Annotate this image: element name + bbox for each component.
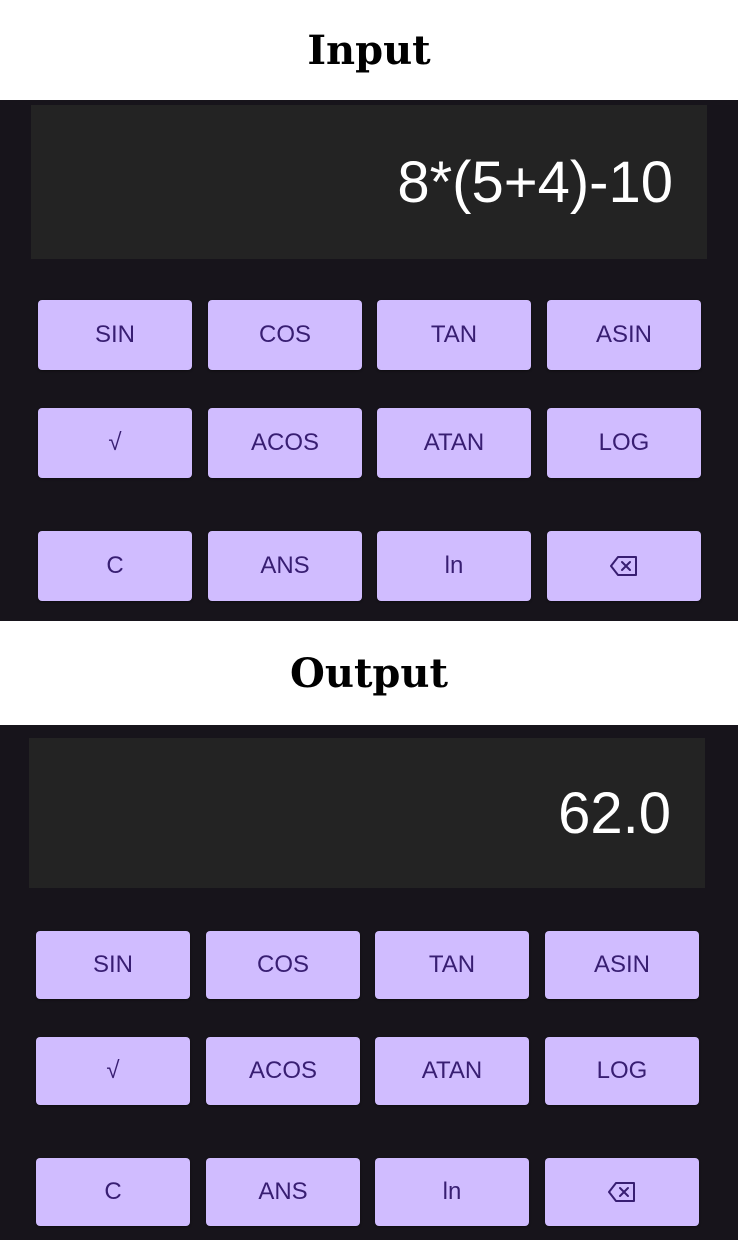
ans-button[interactable]: ANS bbox=[208, 531, 362, 601]
output-caption: Output bbox=[290, 649, 448, 697]
sqrt-button[interactable]: √ bbox=[38, 408, 192, 478]
sin-button[interactable]: SIN bbox=[38, 300, 192, 370]
expression-display: 8*(5+4)-10 bbox=[31, 105, 707, 259]
backspace-icon bbox=[608, 1182, 635, 1202]
backspace-button[interactable] bbox=[545, 1158, 699, 1226]
clear-button[interactable]: C bbox=[38, 531, 192, 601]
backspace-button[interactable] bbox=[547, 531, 701, 601]
acos-button[interactable]: ACOS bbox=[208, 408, 362, 478]
log-button[interactable]: LOG bbox=[545, 1037, 699, 1105]
sqrt-button[interactable]: √ bbox=[36, 1037, 190, 1105]
calculator-input-screen: 8*(5+4)-10 SIN COS TAN ASIN √ ACOS ATAN … bbox=[0, 100, 738, 621]
backspace-icon bbox=[610, 556, 637, 576]
atan-button[interactable]: ATAN bbox=[377, 408, 531, 478]
sin-button[interactable]: SIN bbox=[36, 931, 190, 999]
acos-button[interactable]: ACOS bbox=[206, 1037, 360, 1105]
asin-button[interactable]: ASIN bbox=[547, 300, 701, 370]
atan-button[interactable]: ATAN bbox=[375, 1037, 529, 1105]
ln-button[interactable]: ln bbox=[375, 1158, 529, 1226]
cos-button[interactable]: COS bbox=[206, 931, 360, 999]
asin-button[interactable]: ASIN bbox=[545, 931, 699, 999]
tan-button[interactable]: TAN bbox=[377, 300, 531, 370]
ans-button[interactable]: ANS bbox=[206, 1158, 360, 1226]
clear-button[interactable]: C bbox=[36, 1158, 190, 1226]
tan-button[interactable]: TAN bbox=[375, 931, 529, 999]
input-caption: Input bbox=[307, 26, 431, 74]
cos-button[interactable]: COS bbox=[208, 300, 362, 370]
result-display: 62.0 bbox=[29, 738, 705, 888]
ln-button[interactable]: ln bbox=[377, 531, 531, 601]
calculator-output-screen: 62.0 SIN COS TAN ASIN √ ACOS ATAN LOG C … bbox=[0, 725, 738, 1240]
log-button[interactable]: LOG bbox=[547, 408, 701, 478]
